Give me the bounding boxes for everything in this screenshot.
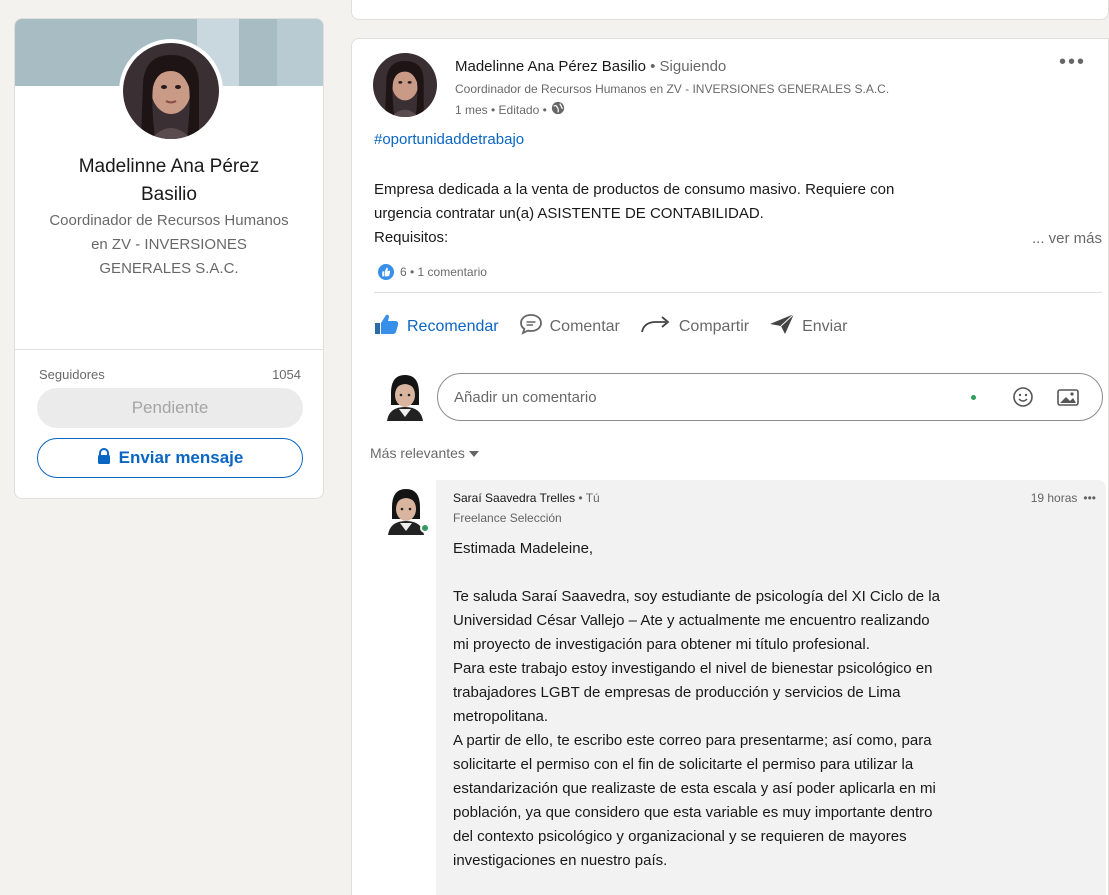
current-user-avatar[interactable]	[383, 371, 427, 421]
comment-time: 19 horas	[1030, 491, 1078, 505]
comment-line: trabajadores LGBT de empresas de producc…	[453, 684, 901, 701]
share-icon	[640, 313, 672, 340]
comment-line: Para este trabajo estoy investigando el …	[453, 660, 933, 677]
post-author-avatar[interactable]	[373, 53, 437, 117]
globe-icon	[551, 101, 565, 118]
post-card: Madelinne Ana Pérez Basilio • Siguiendo …	[351, 38, 1109, 895]
lock-icon	[97, 447, 111, 469]
sort-label: Más relevantes	[370, 445, 465, 461]
comment-button[interactable]: Comentar	[519, 313, 620, 340]
send-button[interactable]: Enviar	[769, 313, 847, 340]
like-label: Recomendar	[407, 317, 499, 335]
comment-label: Comentar	[549, 317, 620, 335]
share-label: Compartir	[678, 317, 750, 335]
comment-author-name[interactable]: Saraí Saavedra Trelles	[453, 491, 575, 505]
comment-line: del contexto psicológico y organizaciona…	[453, 828, 907, 845]
post-options-icon[interactable]: •••	[1059, 51, 1086, 74]
reactions-summary[interactable]: 6 • 1 comentario	[378, 264, 487, 280]
previous-post-card	[351, 0, 1109, 20]
profile-divider	[15, 349, 323, 350]
comment-line: Universidad César Vallejo – Ate y actual…	[453, 612, 930, 629]
thumbs-up-icon	[374, 313, 400, 340]
comment-line: metropolitana.	[453, 708, 549, 725]
comment-line: solicitarte el permiso con el fin de sol…	[453, 756, 914, 773]
following-status: • Siguiendo	[650, 58, 727, 75]
like-button[interactable]: Recomendar	[374, 313, 499, 340]
comment-input-box	[437, 373, 1103, 421]
profile-avatar[interactable]	[119, 39, 223, 143]
comment-line: investigaciones en nuestro país.	[453, 852, 668, 869]
send-message-label: Enviar mensaje	[118, 448, 244, 467]
followers-count: 1054	[272, 367, 301, 382]
comment-line: Te saluda Saraí Saavedra, soy estudiante…	[453, 588, 940, 605]
comment-options-icon[interactable]: •••	[1083, 491, 1096, 505]
post-author-headline: Coordinador de Recursos Humanos en ZV - …	[455, 82, 890, 96]
comment-input[interactable]	[454, 388, 971, 406]
comment-author-line: Saraí Saavedra Trelles • Tú	[453, 491, 600, 505]
post-time: 1 mes • Editado •	[455, 102, 547, 117]
send-message-button[interactable]: Enviar mensaje	[37, 438, 303, 478]
comment-line: mi proyecto de investigación para obtene…	[453, 636, 870, 653]
send-label: Enviar	[802, 317, 848, 335]
see-more-link[interactable]: ... ver más	[1032, 230, 1102, 247]
post-body: Empresa dedicada a la venta de productos…	[374, 178, 1094, 250]
comment-text: Estimada Madeleine, Te saluda Saraí Saav…	[453, 537, 1093, 873]
social-action-bar: Recomendar Comentar Compartir Enviar	[374, 313, 867, 340]
followers-label: Seguidores	[39, 367, 105, 382]
comment-author-headline: Freelance Selección	[453, 511, 562, 525]
post-body-line: Requisitos:	[374, 229, 449, 246]
followers-row: Seguidores 1054	[39, 367, 301, 382]
online-status-badge	[420, 523, 430, 533]
paper-plane-icon	[769, 313, 795, 340]
comment-meta: 19 horas •••	[1031, 491, 1096, 505]
image-icon[interactable]	[1056, 387, 1080, 407]
sort-dropdown[interactable]: Más relevantes	[370, 445, 479, 461]
post-meta: 1 mes • Editado •	[455, 101, 565, 118]
comment-line: A partir de ello, te escribo este correo…	[453, 732, 932, 749]
hashtag-link[interactable]: #oportunidaddetrabajo	[374, 131, 524, 148]
profile-card: Madelinne Ana Pérez Basilio Coordinador …	[14, 18, 324, 499]
comment-icon	[519, 313, 543, 340]
comment-greeting: Estimada Madeleine,	[453, 540, 594, 557]
comment-line: estandarización que realizaste de esta e…	[453, 780, 936, 797]
like-reaction-icon	[378, 264, 394, 280]
status-dot	[971, 394, 976, 400]
post-author-line: Madelinne Ana Pérez Basilio • Siguiendo	[455, 58, 726, 75]
reactions-count: 6 • 1 comentario	[400, 265, 487, 279]
comment-author-you: • Tú	[578, 491, 600, 505]
comment-bubble: Saraí Saavedra Trelles • Tú Freelance Se…	[436, 480, 1106, 895]
comment-line: población, ya que considero que esta var…	[453, 804, 933, 821]
post-body-line: Empresa dedicada a la venta de productos…	[374, 181, 895, 198]
caret-down-icon	[468, 445, 479, 461]
share-button[interactable]: Compartir	[640, 313, 749, 340]
post-body-line: urgencia contratar un(a) ASISTENTE DE CO…	[374, 205, 764, 222]
profile-headline: Coordinador de Recursos Humanos en ZV - …	[49, 212, 289, 277]
profile-name[interactable]: Madelinne Ana Pérez Basilio	[15, 153, 323, 209]
pending-button[interactable]: Pendiente	[37, 388, 303, 428]
post-author-name[interactable]: Madelinne Ana Pérez Basilio	[455, 58, 646, 75]
actions-divider	[374, 292, 1102, 293]
emoji-icon[interactable]	[1012, 386, 1034, 408]
